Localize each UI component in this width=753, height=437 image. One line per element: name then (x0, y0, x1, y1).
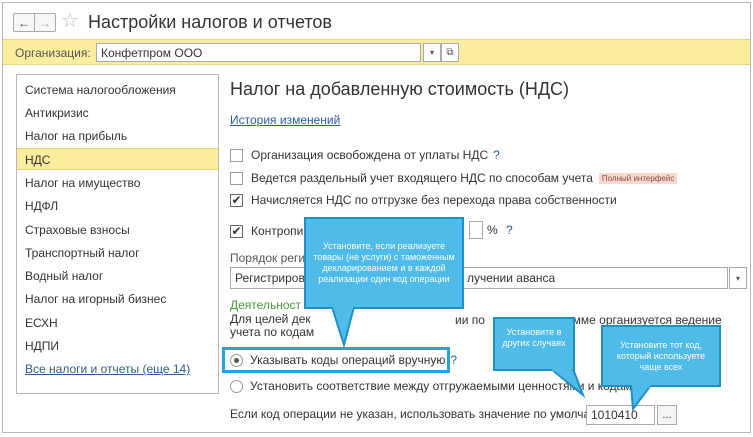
radio-dot (234, 357, 239, 363)
percent-sign: % (487, 223, 498, 237)
manual-codes-label: Указывать коды операций вручную (250, 353, 446, 367)
organization-label: Организация: (15, 46, 91, 60)
sidebar-item-anticrisis[interactable]: Антикризис (17, 102, 218, 124)
callout-frequent-pointer (629, 385, 653, 412)
order-label: Порядок регис (230, 251, 312, 265)
order-select-value: Регистрирова (235, 271, 312, 285)
forward-button[interactable]: → (34, 13, 56, 32)
sidebar-item-transport-tax[interactable]: Транспортный налог (17, 242, 218, 264)
sidebar-item-eshn[interactable]: ЕСХН (17, 312, 218, 334)
sidebar-item-tax-system[interactable]: Система налогообложения (17, 79, 218, 101)
vat-shipment-checkbox[interactable]: ✔ (230, 193, 243, 207)
sidebar-item-ndfl[interactable]: НДФЛ (17, 195, 218, 217)
sidebar-item-vat[interactable]: НДС (17, 148, 218, 170)
control-checkbox[interactable]: ✔ (230, 224, 243, 238)
help-icon[interactable]: ? (450, 353, 457, 367)
select-code-button[interactable]: ... (657, 405, 677, 425)
favorite-star-icon[interactable]: ☆ (61, 10, 79, 32)
control-label: Контропир (251, 224, 311, 238)
separate-accounting-row: Ведется раздельный учет входящего НДС по… (230, 170, 678, 186)
tax-sidebar: Система налогообложения Антикризис Налог… (16, 74, 219, 394)
vat-shipment-row: ✔ Начисляется НДС по отгрузке без перехо… (230, 192, 617, 208)
paragraph-line2: учета по кодам (230, 325, 315, 339)
order-dropdown-button[interactable]: ▾ (729, 267, 747, 289)
sidebar-item-property-tax[interactable]: Налог на имущество (17, 172, 218, 194)
default-code-label: Если код операции не указан, использоват… (230, 407, 616, 421)
sidebar-item-gambling-tax[interactable]: Налог на игорный бизнес (17, 288, 218, 310)
vat-exempt-row: Организация освобождена от уплаты НДС ? (230, 147, 500, 163)
open-window-icon: ⧉ (446, 47, 454, 58)
organization-open-button[interactable]: ⧉ (441, 43, 459, 62)
arrow-right-icon: → (39, 15, 51, 30)
window-title: Настройки налогов и отчетов (88, 12, 332, 32)
callout-customs-pointer (330, 307, 356, 347)
callout-customs: Установите, если реализуете товары (не у… (304, 217, 464, 347)
callout-other-text: Установите в других случаях (502, 327, 566, 348)
separate-accounting-checkbox[interactable] (230, 171, 243, 185)
auto-codes-radio[interactable] (230, 379, 243, 393)
callout-other: Установите в других случаях (493, 317, 586, 399)
callout-other-pointer (551, 369, 586, 399)
organization-bar: Организация: Конфетпром ООО ▾ ⧉ (3, 39, 750, 65)
sidebar-item-ndpi[interactable]: НДПИ (17, 335, 218, 357)
back-button[interactable]: ← (13, 13, 35, 32)
activity-label: Деятельност (230, 298, 301, 312)
title-bar: ← → ☆ Настройки налогов и отчетов (3, 3, 750, 39)
sidebar-item-all-taxes[interactable]: Все налоги и отчеты (еще 14) (17, 358, 218, 380)
separate-accounting-label: Ведется раздельный учет входящего НДС по… (251, 171, 593, 185)
organization-dropdown-button[interactable]: ▾ (423, 43, 441, 62)
help-icon[interactable]: ? (493, 148, 500, 162)
vat-exempt-checkbox[interactable] (230, 148, 243, 162)
vat-shipment-label: Начисляется НДС по отгрузке без перехода… (251, 193, 617, 207)
callout-frequent: Установите тот код, который используете … (601, 325, 721, 412)
callout-frequent-text: Установите тот код, который используете … (616, 339, 706, 372)
callout-customs-text: Установите, если реализуете товары (не у… (313, 241, 455, 284)
manual-codes-radio[interactable] (230, 353, 243, 367)
manual-codes-row: Указывать коды операций вручную ? (230, 351, 457, 369)
order-select-tail: лучении аванса (467, 271, 556, 285)
history-link[interactable]: История изменений (230, 113, 340, 127)
sidebar-item-profit-tax[interactable]: Налог на прибыль (17, 125, 218, 147)
help-icon[interactable]: ? (506, 223, 513, 237)
chevron-down-icon: ▾ (735, 273, 740, 283)
percent-field[interactable] (469, 221, 483, 239)
sidebar-item-water-tax[interactable]: Водный налог (17, 265, 218, 287)
paragraph-start: Для целей дек (230, 312, 311, 326)
full-interface-badge: Полный интерфейс (598, 172, 678, 184)
percent-suffix: % ? (487, 223, 513, 237)
vat-exempt-label: Организация освобождена от уплаты НДС (251, 148, 489, 162)
paragraph-mid: ии по (455, 313, 485, 327)
organization-field[interactable]: Конфетпром ООО (96, 43, 421, 62)
chevron-down-icon: ▾ (429, 48, 434, 57)
page-title: Налог на добавленную стоимость (НДС) (230, 79, 570, 99)
arrow-left-icon: ← (18, 15, 30, 30)
settings-window: ← → ☆ Настройки налогов и отчетов Органи… (2, 2, 751, 433)
control-row: ✔ Контропир (230, 223, 310, 239)
sidebar-item-insurance[interactable]: Страховые взносы (17, 219, 218, 241)
